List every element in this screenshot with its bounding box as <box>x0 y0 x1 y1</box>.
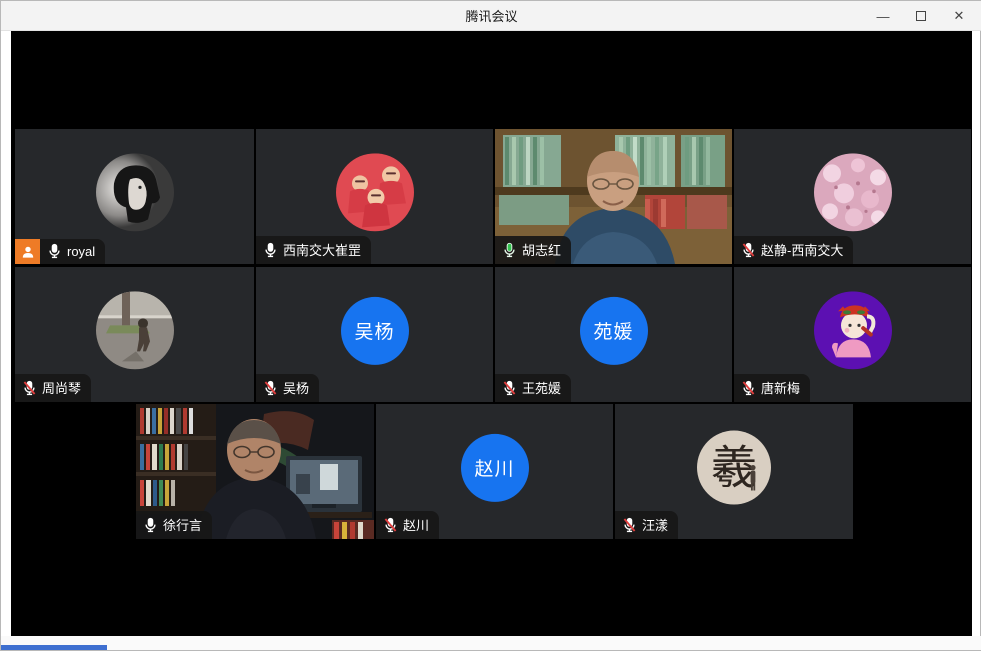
participant-tile[interactable]: 羲 汪漾 <box>615 404 853 539</box>
participant-tile[interactable]: 徐行言 <box>136 404 374 539</box>
window-title: 腾讯会议 <box>465 6 517 25</box>
name-label: 西南交大崔罡 <box>256 236 371 264</box>
avatar-initials: 吴杨 <box>341 296 409 364</box>
avatar-initials: 赵川 <box>461 433 529 501</box>
participant-name: 唐新梅 <box>761 378 800 397</box>
participant-name: 西南交大崔罡 <box>283 240 361 259</box>
participant-tile[interactable]: 苑媛 王苑媛 <box>495 267 732 402</box>
name-label: 周尚琴 <box>15 374 91 402</box>
name-label: 赵川 <box>376 511 439 539</box>
mic-on-icon <box>144 517 157 533</box>
mic-muted-icon <box>623 517 636 533</box>
avatar <box>336 153 414 231</box>
mic-muted-icon <box>742 242 755 258</box>
participant-tile[interactable]: royal <box>15 129 254 264</box>
participant-name: 王苑媛 <box>522 378 561 397</box>
mic-on-icon <box>264 242 277 258</box>
name-label: 唐新梅 <box>734 374 810 402</box>
participant-name: 徐行言 <box>163 515 202 534</box>
participant-name: 吴杨 <box>283 378 309 397</box>
name-label: 吴杨 <box>256 374 319 402</box>
meeting-gallery: royal 西南交大崔罡 <box>11 31 972 638</box>
participant-tile[interactable]: 赵静-西南交大 <box>734 129 971 264</box>
avatar-text: 吴杨 <box>354 317 394 344</box>
maximize-button[interactable] <box>904 3 938 29</box>
background-blue-bar <box>1 645 107 650</box>
participant-name: 胡志红 <box>522 240 561 259</box>
name-label: 赵静-西南交大 <box>734 236 853 264</box>
avatar <box>96 291 174 369</box>
participant-name: 赵川 <box>403 515 429 534</box>
participant-tile[interactable]: 吴杨 吴杨 <box>256 267 493 402</box>
mic-muted-icon <box>384 517 397 533</box>
avatar <box>96 153 174 231</box>
participant-name: 汪漾 <box>642 515 668 534</box>
participant-name: 周尚琴 <box>42 378 81 397</box>
name-label: 王苑媛 <box>495 374 571 402</box>
avatar-text: 苑媛 <box>593 317 633 344</box>
mic-speaking-icon <box>503 242 516 258</box>
avatar-cartoon <box>814 291 892 369</box>
participant-name: royal <box>67 244 95 259</box>
avatar-text: 赵川 <box>474 454 514 481</box>
participant-tile-active-speaker[interactable]: 胡志红 <box>495 129 732 264</box>
avatar-initials: 苑媛 <box>580 296 648 364</box>
avatar <box>814 153 892 231</box>
participant-tile[interactable]: 唐新梅 <box>734 267 971 402</box>
participant-tile[interactable]: 西南交大崔罡 <box>256 129 493 264</box>
maximize-icon <box>916 11 926 21</box>
minimize-button[interactable]: — <box>866 3 900 29</box>
close-button[interactable]: ✕ <box>942 3 976 29</box>
mic-muted-icon <box>742 380 755 396</box>
name-label: 汪漾 <box>615 511 678 539</box>
titlebar: 腾讯会议 — ✕ <box>1 1 981 31</box>
participant-name: 赵静-西南交大 <box>761 240 843 259</box>
host-badge <box>15 239 40 264</box>
mic-muted-icon <box>503 380 516 396</box>
participant-tile[interactable]: 周尚琴 <box>15 267 254 402</box>
person-icon <box>21 245 35 259</box>
background-window-sliver <box>1 636 981 650</box>
window-controls: — ✕ <box>866 1 976 31</box>
participant-tile[interactable]: 赵川 赵川 <box>376 404 613 539</box>
mic-muted-icon <box>23 380 36 396</box>
mic-on-icon <box>48 243 61 259</box>
person-silhouette <box>748 464 758 490</box>
name-label: royal <box>40 239 105 264</box>
name-label: 徐行言 <box>136 511 212 539</box>
name-label: 胡志红 <box>495 236 571 264</box>
mic-muted-icon <box>264 380 277 396</box>
avatar-calligraphy: 羲 <box>697 430 771 504</box>
